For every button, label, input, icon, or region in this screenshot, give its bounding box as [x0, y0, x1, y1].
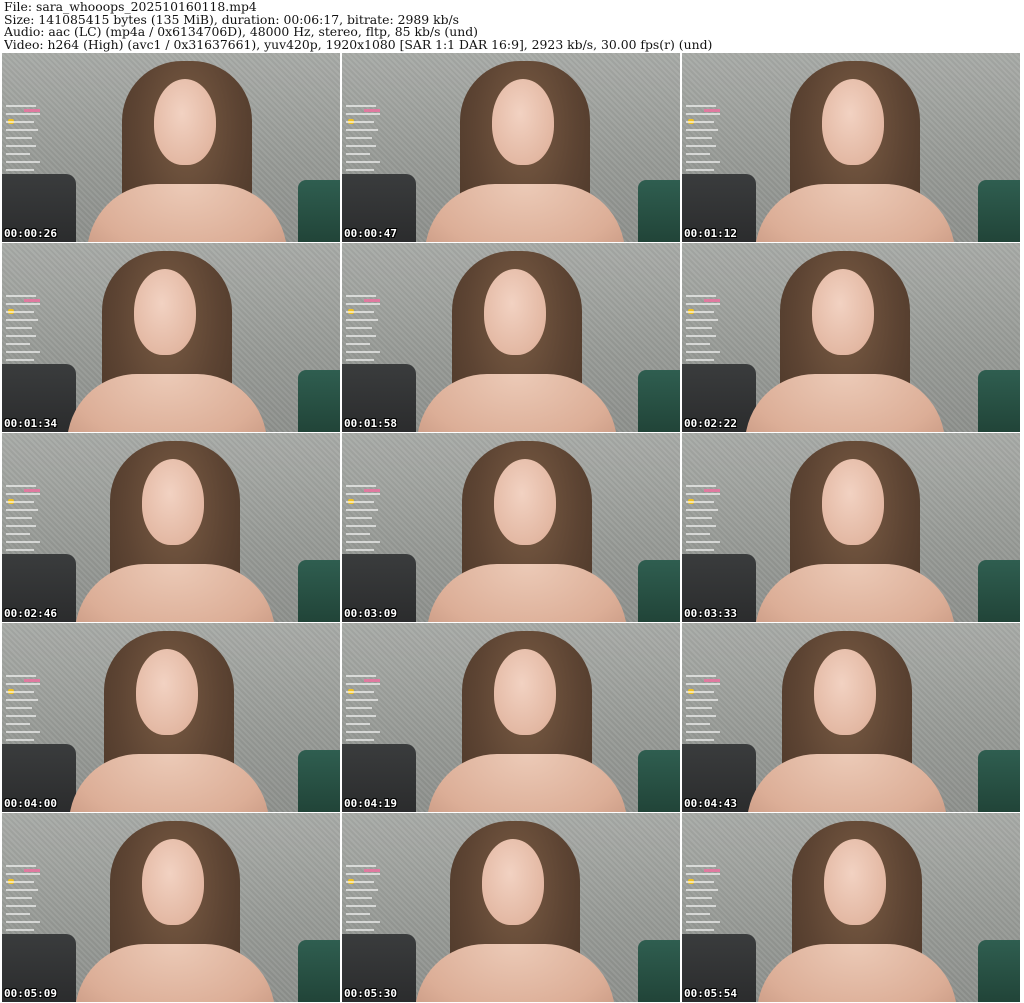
person-face — [824, 839, 886, 925]
overlay-text-block — [686, 865, 724, 945]
person-face — [812, 269, 874, 355]
overlay-text-block — [346, 105, 384, 185]
overlay-text-block — [346, 295, 384, 375]
thumbnail-timestamp: 00:01:12 — [684, 227, 737, 240]
video-thumbnail: 00:00:47 — [342, 53, 680, 242]
person-face — [822, 79, 884, 165]
video-thumbnail: 00:02:46 — [2, 433, 340, 622]
person-face — [484, 269, 546, 355]
video-info-line: Video: h264 (High) (avc1 / 0x31637661), … — [4, 36, 713, 52]
thumbnail-timestamp: 00:05:30 — [344, 987, 397, 1000]
person-face — [822, 459, 884, 545]
video-thumbnail: 00:00:26 — [2, 53, 340, 242]
overlay-text-block — [686, 485, 724, 565]
thumbnail-timestamp: 00:05:54 — [684, 987, 737, 1000]
video-thumbnail: 00:04:00 — [2, 623, 340, 812]
thumbnail-grid: 00:00:26 00:00:47 00:01:12 00:01:34 00:01:58… — [2, 53, 1022, 1003]
overlay-text-block — [686, 675, 724, 755]
green-chair — [978, 560, 1020, 622]
thumbnail-timestamp: 00:03:09 — [344, 607, 397, 620]
thumbnail-timestamp: 00:03:33 — [684, 607, 737, 620]
person-face — [482, 839, 544, 925]
thumbnail-timestamp: 00:01:58 — [344, 417, 397, 430]
green-chair — [638, 750, 680, 812]
green-chair — [638, 940, 680, 1002]
green-chair — [638, 370, 680, 432]
thumbnail-timestamp: 00:02:22 — [684, 417, 737, 430]
person-face — [134, 269, 196, 355]
video-thumbnail: 00:01:12 — [682, 53, 1020, 242]
overlay-text-block — [6, 865, 44, 945]
person-face — [494, 649, 556, 735]
video-thumbnail: 00:03:33 — [682, 433, 1020, 622]
person-face — [136, 649, 198, 735]
person-face — [142, 839, 204, 925]
green-chair — [978, 370, 1020, 432]
video-thumbnail: 00:01:34 — [2, 243, 340, 432]
green-chair — [638, 180, 680, 242]
thumbnail-timestamp: 00:04:19 — [344, 797, 397, 810]
overlay-text-block — [686, 105, 724, 185]
video-thumbnail: 00:01:58 — [342, 243, 680, 432]
thumbnail-timestamp: 00:04:43 — [684, 797, 737, 810]
overlay-text-block — [346, 485, 384, 565]
thumbnail-timestamp: 00:00:47 — [344, 227, 397, 240]
video-thumbnail: 00:05:54 — [682, 813, 1020, 1002]
person-face — [142, 459, 204, 545]
video-thumbnail: 00:05:30 — [342, 813, 680, 1002]
video-thumbnail: 00:04:43 — [682, 623, 1020, 812]
green-chair — [298, 560, 340, 622]
person-face — [494, 459, 556, 545]
overlay-text-block — [6, 675, 44, 755]
green-chair — [978, 180, 1020, 242]
video-thumbnail: 00:04:19 — [342, 623, 680, 812]
overlay-text-block — [6, 485, 44, 565]
overlay-text-block — [346, 675, 384, 755]
overlay-text-block — [6, 295, 44, 375]
person-face — [492, 79, 554, 165]
thumbnail-timestamp: 00:04:00 — [4, 797, 57, 810]
video-thumbnail: 00:05:09 — [2, 813, 340, 1002]
video-thumbnail: 00:02:22 — [682, 243, 1020, 432]
green-chair — [978, 750, 1020, 812]
file-info-header: File: sara_whooops_202510160118.mp4 Size… — [4, 1, 1020, 53]
green-chair — [298, 750, 340, 812]
green-chair — [978, 940, 1020, 1002]
thumbnail-timestamp: 00:02:46 — [4, 607, 57, 620]
green-chair — [638, 560, 680, 622]
person-face — [814, 649, 876, 735]
green-chair — [298, 370, 340, 432]
green-chair — [298, 180, 340, 242]
person-face — [154, 79, 216, 165]
thumbnail-timestamp: 00:01:34 — [4, 417, 57, 430]
overlay-text-block — [686, 295, 724, 375]
video-thumbnail: 00:03:09 — [342, 433, 680, 622]
overlay-text-block — [346, 865, 384, 945]
thumbnail-timestamp: 00:00:26 — [4, 227, 57, 240]
overlay-text-block — [6, 105, 44, 185]
green-chair — [298, 940, 340, 1002]
thumbnail-timestamp: 00:05:09 — [4, 987, 57, 1000]
